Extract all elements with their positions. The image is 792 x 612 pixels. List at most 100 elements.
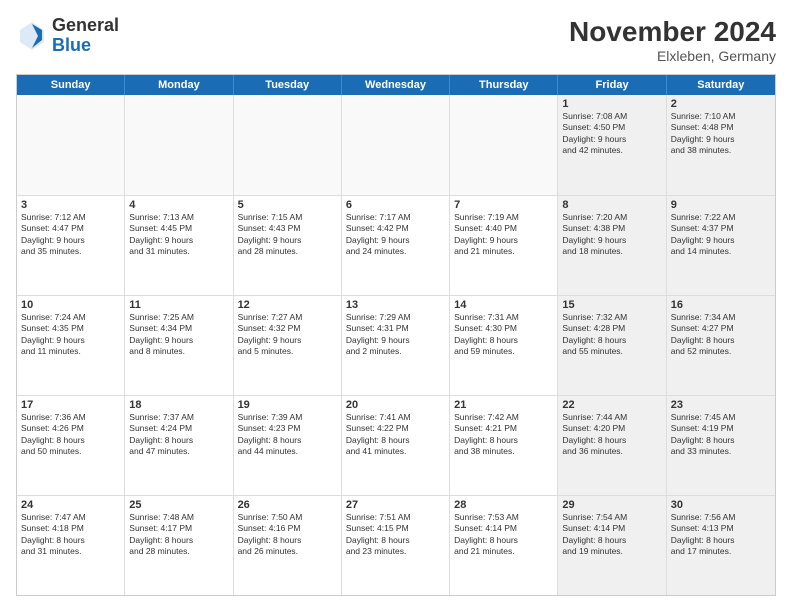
day-number: 23 [671,399,771,411]
day-cell-20: 20Sunrise: 7:41 AM Sunset: 4:22 PM Dayli… [342,396,450,495]
day-number: 10 [21,299,120,311]
empty-cell [342,95,450,195]
day-info: Sunrise: 7:27 AM Sunset: 4:32 PM Dayligh… [238,312,337,358]
day-number: 21 [454,399,553,411]
day-info: Sunrise: 7:29 AM Sunset: 4:31 PM Dayligh… [346,312,445,358]
day-cell-2: 2Sunrise: 7:10 AM Sunset: 4:48 PM Daylig… [667,95,775,195]
day-info: Sunrise: 7:54 AM Sunset: 4:14 PM Dayligh… [562,512,661,558]
day-cell-28: 28Sunrise: 7:53 AM Sunset: 4:14 PM Dayli… [450,496,558,595]
logo-icon [16,20,48,52]
calendar-week-5: 24Sunrise: 7:47 AM Sunset: 4:18 PM Dayli… [17,495,775,595]
day-cell-25: 25Sunrise: 7:48 AM Sunset: 4:17 PM Dayli… [125,496,233,595]
day-number: 3 [21,199,120,211]
day-cell-15: 15Sunrise: 7:32 AM Sunset: 4:28 PM Dayli… [558,296,666,395]
day-number: 20 [346,399,445,411]
day-info: Sunrise: 7:41 AM Sunset: 4:22 PM Dayligh… [346,412,445,458]
day-cell-3: 3Sunrise: 7:12 AM Sunset: 4:47 PM Daylig… [17,196,125,295]
day-cell-14: 14Sunrise: 7:31 AM Sunset: 4:30 PM Dayli… [450,296,558,395]
day-number: 24 [21,499,120,511]
day-info: Sunrise: 7:12 AM Sunset: 4:47 PM Dayligh… [21,212,120,258]
day-info: Sunrise: 7:53 AM Sunset: 4:14 PM Dayligh… [454,512,553,558]
day-number: 4 [129,199,228,211]
day-info: Sunrise: 7:48 AM Sunset: 4:17 PM Dayligh… [129,512,228,558]
day-info: Sunrise: 7:34 AM Sunset: 4:27 PM Dayligh… [671,312,771,358]
day-info: Sunrise: 7:45 AM Sunset: 4:19 PM Dayligh… [671,412,771,458]
location-title: Elxleben, Germany [569,48,776,64]
day-info: Sunrise: 7:20 AM Sunset: 4:38 PM Dayligh… [562,212,661,258]
logo-general: General [52,16,119,36]
day-cell-11: 11Sunrise: 7:25 AM Sunset: 4:34 PM Dayli… [125,296,233,395]
day-info: Sunrise: 7:39 AM Sunset: 4:23 PM Dayligh… [238,412,337,458]
day-cell-22: 22Sunrise: 7:44 AM Sunset: 4:20 PM Dayli… [558,396,666,495]
header-day-tuesday: Tuesday [234,75,342,95]
day-cell-13: 13Sunrise: 7:29 AM Sunset: 4:31 PM Dayli… [342,296,450,395]
day-info: Sunrise: 7:25 AM Sunset: 4:34 PM Dayligh… [129,312,228,358]
day-info: Sunrise: 7:31 AM Sunset: 4:30 PM Dayligh… [454,312,553,358]
day-number: 16 [671,299,771,311]
empty-cell [125,95,233,195]
calendar-week-1: 1Sunrise: 7:08 AM Sunset: 4:50 PM Daylig… [17,95,775,195]
day-number: 15 [562,299,661,311]
day-info: Sunrise: 7:37 AM Sunset: 4:24 PM Dayligh… [129,412,228,458]
empty-cell [17,95,125,195]
day-number: 30 [671,499,771,511]
day-cell-29: 29Sunrise: 7:54 AM Sunset: 4:14 PM Dayli… [558,496,666,595]
day-cell-19: 19Sunrise: 7:39 AM Sunset: 4:23 PM Dayli… [234,396,342,495]
day-number: 5 [238,199,337,211]
day-number: 11 [129,299,228,311]
day-number: 1 [562,98,661,110]
day-number: 29 [562,499,661,511]
calendar-week-3: 10Sunrise: 7:24 AM Sunset: 4:35 PM Dayli… [17,295,775,395]
day-cell-6: 6Sunrise: 7:17 AM Sunset: 4:42 PM Daylig… [342,196,450,295]
day-info: Sunrise: 7:22 AM Sunset: 4:37 PM Dayligh… [671,212,771,258]
header: General Blue November 2024 Elxleben, Ger… [16,16,776,64]
day-info: Sunrise: 7:19 AM Sunset: 4:40 PM Dayligh… [454,212,553,258]
day-info: Sunrise: 7:36 AM Sunset: 4:26 PM Dayligh… [21,412,120,458]
day-info: Sunrise: 7:32 AM Sunset: 4:28 PM Dayligh… [562,312,661,358]
day-cell-7: 7Sunrise: 7:19 AM Sunset: 4:40 PM Daylig… [450,196,558,295]
header-day-thursday: Thursday [450,75,558,95]
day-number: 18 [129,399,228,411]
day-cell-17: 17Sunrise: 7:36 AM Sunset: 4:26 PM Dayli… [17,396,125,495]
day-info: Sunrise: 7:08 AM Sunset: 4:50 PM Dayligh… [562,111,661,157]
logo-blue: Blue [52,36,119,56]
page: General Blue November 2024 Elxleben, Ger… [0,0,792,612]
day-number: 2 [671,98,771,110]
day-cell-27: 27Sunrise: 7:51 AM Sunset: 4:15 PM Dayli… [342,496,450,595]
day-number: 7 [454,199,553,211]
day-cell-4: 4Sunrise: 7:13 AM Sunset: 4:45 PM Daylig… [125,196,233,295]
day-info: Sunrise: 7:42 AM Sunset: 4:21 PM Dayligh… [454,412,553,458]
day-number: 14 [454,299,553,311]
day-cell-24: 24Sunrise: 7:47 AM Sunset: 4:18 PM Dayli… [17,496,125,595]
day-number: 8 [562,199,661,211]
calendar-week-4: 17Sunrise: 7:36 AM Sunset: 4:26 PM Dayli… [17,395,775,495]
day-info: Sunrise: 7:17 AM Sunset: 4:42 PM Dayligh… [346,212,445,258]
day-number: 17 [21,399,120,411]
day-cell-30: 30Sunrise: 7:56 AM Sunset: 4:13 PM Dayli… [667,496,775,595]
day-cell-23: 23Sunrise: 7:45 AM Sunset: 4:19 PM Dayli… [667,396,775,495]
header-day-sunday: Sunday [17,75,125,95]
day-info: Sunrise: 7:47 AM Sunset: 4:18 PM Dayligh… [21,512,120,558]
day-cell-1: 1Sunrise: 7:08 AM Sunset: 4:50 PM Daylig… [558,95,666,195]
day-cell-5: 5Sunrise: 7:15 AM Sunset: 4:43 PM Daylig… [234,196,342,295]
day-number: 26 [238,499,337,511]
header-day-friday: Friday [558,75,666,95]
logo: General Blue [16,16,119,56]
day-cell-21: 21Sunrise: 7:42 AM Sunset: 4:21 PM Dayli… [450,396,558,495]
day-cell-8: 8Sunrise: 7:20 AM Sunset: 4:38 PM Daylig… [558,196,666,295]
calendar-body: 1Sunrise: 7:08 AM Sunset: 4:50 PM Daylig… [17,95,775,595]
day-info: Sunrise: 7:15 AM Sunset: 4:43 PM Dayligh… [238,212,337,258]
calendar-header: SundayMondayTuesdayWednesdayThursdayFrid… [17,75,775,95]
day-number: 28 [454,499,553,511]
day-cell-16: 16Sunrise: 7:34 AM Sunset: 4:27 PM Dayli… [667,296,775,395]
day-number: 19 [238,399,337,411]
day-number: 12 [238,299,337,311]
day-number: 25 [129,499,228,511]
logo-text: General Blue [52,16,119,56]
calendar-week-2: 3Sunrise: 7:12 AM Sunset: 4:47 PM Daylig… [17,195,775,295]
day-cell-18: 18Sunrise: 7:37 AM Sunset: 4:24 PM Dayli… [125,396,233,495]
day-info: Sunrise: 7:24 AM Sunset: 4:35 PM Dayligh… [21,312,120,358]
day-info: Sunrise: 7:51 AM Sunset: 4:15 PM Dayligh… [346,512,445,558]
day-info: Sunrise: 7:50 AM Sunset: 4:16 PM Dayligh… [238,512,337,558]
day-number: 9 [671,199,771,211]
